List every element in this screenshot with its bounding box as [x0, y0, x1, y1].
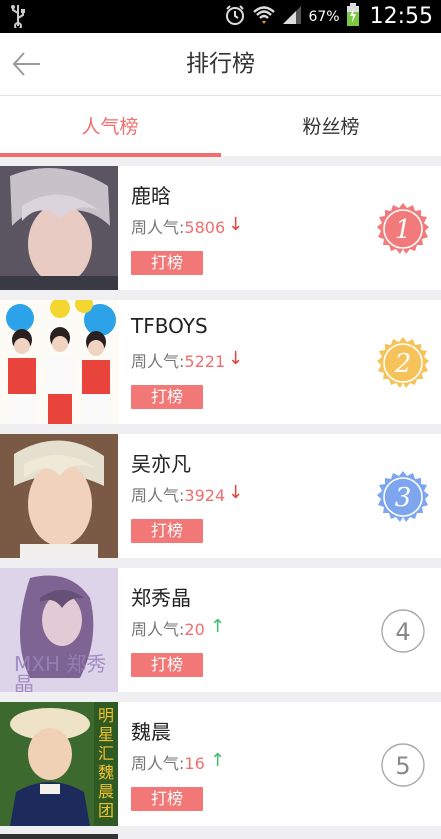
rank-badge: 4: [381, 609, 425, 653]
popularity-label: 周人气:: [131, 486, 185, 505]
thumbnail-watermark: MXH 郑秀晶: [14, 652, 107, 692]
artist-photo: [0, 300, 118, 424]
clock: 12:55: [369, 4, 433, 29]
popularity-label: 周人气:: [131, 352, 185, 371]
vote-button[interactable]: 打榜: [131, 787, 203, 811]
trend-down-icon: ↓: [228, 348, 244, 369]
wifi-icon: [252, 4, 276, 30]
rank-number: 1: [395, 215, 412, 245]
trend-down-icon: ↓: [228, 214, 244, 235]
artist-name: 魏晨: [131, 720, 171, 744]
next-list-item-peek: [0, 834, 118, 839]
battery-charging-icon: [346, 2, 360, 31]
weekly-popularity: 周人气:3924: [131, 482, 225, 506]
popularity-value: 20: [184, 620, 205, 639]
list-item[interactable]: 吴亦凡 周人气:3924 ↓ 打榜 3: [0, 434, 441, 558]
popularity-label: 周人气:: [131, 754, 185, 773]
popularity-value: 16: [184, 754, 205, 773]
rank-number: 4: [395, 618, 410, 646]
vote-button[interactable]: 打榜: [131, 251, 203, 275]
list-item[interactable]: 明星汇 魏晨团 魏晨 周人气:16 ↑ 打榜 5: [0, 702, 441, 826]
tab-popularity[interactable]: 人气榜: [0, 96, 220, 156]
weekly-popularity: 周人气:5806: [131, 214, 225, 238]
status-bar: 67% 12:55: [0, 0, 441, 33]
list-item[interactable]: 鹿晗 周人气:5806 ↓ 打榜 1: [0, 166, 441, 290]
artist-photo: [0, 434, 118, 558]
artist-photo: MXH 郑秀晶: [0, 568, 118, 692]
trend-up-icon: ↑: [210, 750, 226, 771]
rank-badge: 2: [377, 337, 429, 388]
artist-photo: [0, 166, 118, 290]
usb-icon: [10, 4, 26, 32]
battery-percent: 67%: [308, 8, 340, 25]
app-header: 排行榜: [0, 33, 441, 96]
popularity-label: 周人气:: [131, 218, 185, 237]
artist-photo: 明星汇 魏晨团: [0, 702, 118, 826]
thumbnail-watermark: 明星汇 魏晨团: [98, 706, 115, 820]
vote-button[interactable]: 打榜: [131, 385, 203, 409]
popularity-value: 3924: [184, 486, 226, 505]
vote-button[interactable]: 打榜: [131, 519, 203, 543]
list-item[interactable]: TFBOYS 周人气:5221 ↓ 打榜 2: [0, 300, 441, 424]
popularity-label: 周人气:: [131, 620, 185, 639]
artist-name: TFBOYS: [131, 314, 208, 338]
list-item[interactable]: MXH 郑秀晶 郑秀晶 周人气:20 ↑ 打榜 4: [0, 568, 441, 692]
tab-fans[interactable]: 粉丝榜: [221, 96, 441, 156]
trend-down-icon: ↓: [228, 482, 244, 503]
artist-name: 鹿晗: [131, 184, 171, 208]
tab-bar: 人气榜 粉丝榜: [0, 96, 441, 156]
vote-button[interactable]: 打榜: [131, 653, 203, 677]
popularity-value: 5806: [184, 218, 226, 237]
trend-up-icon: ↑: [210, 616, 226, 637]
page-title: 排行榜: [186, 51, 255, 77]
weekly-popularity: 周人气:5221: [131, 348, 225, 372]
artist-name: 郑秀晶: [131, 586, 191, 610]
rank-badge: 1: [377, 203, 429, 254]
active-tab-indicator: [0, 153, 221, 157]
popularity-value: 5221: [184, 352, 226, 371]
artist-name: 吴亦凡: [131, 452, 191, 476]
signal-icon: [282, 5, 302, 29]
rank-number: 3: [395, 483, 412, 513]
weekly-popularity: 周人气:16: [131, 750, 205, 774]
rank-number: 5: [395, 752, 410, 780]
weekly-popularity: 周人气:20: [131, 616, 205, 640]
rank-badge: 5: [381, 743, 425, 787]
rank-number: 2: [394, 349, 412, 379]
rank-badge: 3: [377, 471, 429, 522]
alarm-icon: [224, 4, 246, 30]
